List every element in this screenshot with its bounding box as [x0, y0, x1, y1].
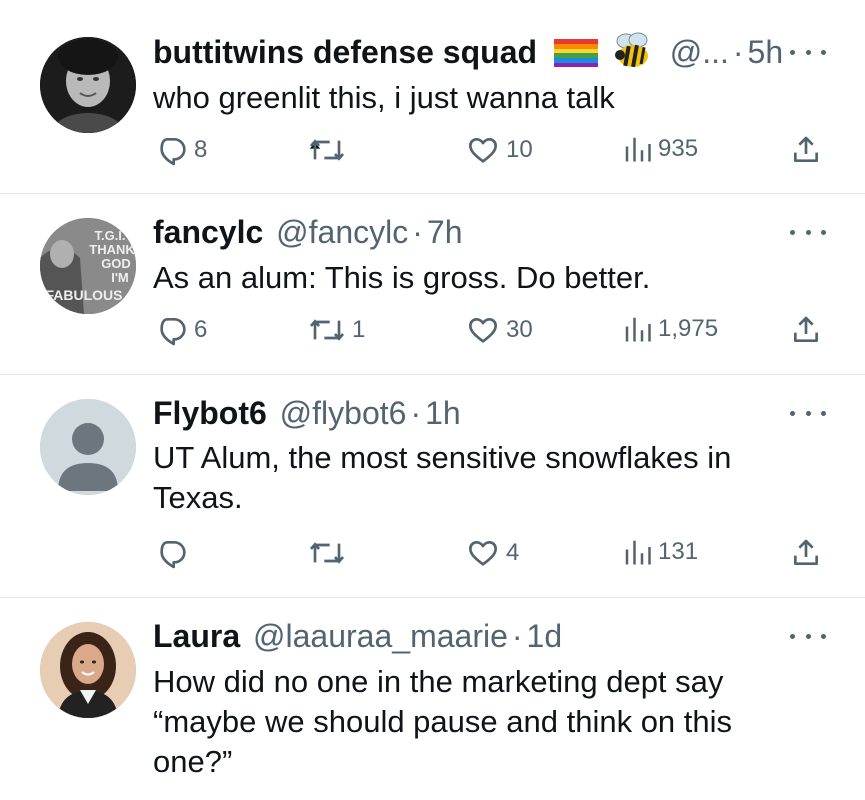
display-name[interactable]: Flybot6 [153, 395, 267, 431]
share-icon [794, 136, 818, 162]
more-options-icon[interactable] [790, 42, 826, 62]
avatar-photo: T.G.I. THANK GOD I'M FABULOUS [40, 218, 136, 314]
avatar-text: THANK [89, 242, 135, 257]
retweet-icon [309, 139, 345, 161]
reply-count: 8 [194, 136, 208, 163]
display-name[interactable]: fancylc [153, 214, 263, 250]
heart-icon [469, 541, 497, 566]
like-count: 10 [506, 136, 533, 163]
heart-icon [469, 138, 497, 163]
tweet[interactable]: buttitwins defense squad @... · 5h who gre… [0, 0, 865, 193]
timestamp[interactable]: 1d [527, 618, 563, 654]
reply-count: 6 [194, 316, 208, 343]
retweet-button[interactable] [308, 537, 352, 569]
views-button[interactable]: 1,975 [622, 314, 718, 344]
avatar[interactable]: T.G.I. THANK GOD I'M FABULOUS [40, 218, 136, 314]
views-button[interactable]: 935 [622, 134, 698, 164]
tweet-text: As an alum: This is gross. Do better. [153, 260, 651, 295]
share-button[interactable] [790, 537, 822, 569]
separator-dot: · [410, 395, 422, 431]
tweet[interactable]: Flybot6 @flybot6 · 1h UT Alum, the most se… [0, 375, 865, 597]
share-icon [794, 539, 818, 565]
tweet-text: How did no one in the marketing dept say… [153, 664, 733, 779]
reply-icon [160, 541, 186, 569]
tweet-header: buttitwins defense squad @... · 5h [153, 31, 783, 72]
handle[interactable]: @... [670, 34, 729, 70]
view-count: 131 [658, 538, 699, 565]
avatar[interactable] [40, 37, 136, 133]
view-count: 1,975 [658, 315, 719, 342]
more-options-icon[interactable] [790, 403, 826, 423]
timestamp[interactable]: 7h [427, 214, 463, 250]
display-name[interactable]: Laura [153, 618, 240, 654]
like-count: 30 [506, 316, 533, 343]
separator-dot: · [732, 34, 744, 70]
like-button[interactable]: 30 [466, 314, 533, 346]
tweet[interactable]: Laura @laauraa_maarie · 1d How did no one … [0, 598, 865, 800]
views-icon [625, 540, 651, 565]
handle[interactable]: @laauraa_maarie [253, 618, 508, 654]
retweet-icon [309, 319, 345, 341]
avatar-text: I'M [111, 270, 129, 285]
reply-button[interactable]: 6 [154, 314, 207, 346]
separator-dot: · [511, 618, 523, 654]
reply-button[interactable]: 8 [154, 134, 207, 166]
retweet-button[interactable] [308, 134, 352, 166]
default-avatar-icon [40, 399, 136, 495]
reply-icon [160, 138, 186, 166]
share-button[interactable] [790, 314, 822, 346]
avatar-text: T.G.I. [94, 228, 125, 243]
avatar-photo [40, 37, 136, 133]
tweet[interactable]: T.G.I. THANK GOD I'M FABULOUS fancylc @f… [0, 194, 865, 374]
views-icon [625, 317, 651, 342]
reply-button[interactable] [154, 537, 194, 569]
retweet-button[interactable]: 1 [308, 314, 365, 346]
like-button[interactable]: 10 [466, 134, 533, 166]
tweet-header: Flybot6 @flybot6 · 1h [153, 393, 461, 433]
tweet-header: Laura @laauraa_maarie · 1d [153, 616, 562, 656]
avatar-photo [40, 622, 136, 718]
separator-dot: · [412, 214, 423, 250]
view-count: 935 [658, 135, 699, 162]
avatar[interactable] [40, 399, 136, 495]
views-button[interactable]: 131 [622, 537, 698, 567]
avatar-text: FABULOUS [46, 287, 123, 303]
like-button[interactable]: 4 [466, 537, 519, 569]
reply-icon [160, 318, 186, 346]
heart-icon [469, 318, 497, 343]
display-name[interactable]: buttitwins defense squad [153, 34, 537, 70]
views-icon [625, 137, 651, 162]
retweet-icon [309, 542, 345, 564]
retweet-count: 1 [352, 316, 366, 343]
share-icon [794, 316, 818, 342]
tweet-text: UT Alum, the most sensitive snowflakes i… [153, 440, 732, 515]
more-options-icon[interactable] [790, 626, 826, 646]
timestamp[interactable]: 1h [425, 395, 461, 431]
timestamp[interactable]: 5h [748, 34, 784, 70]
tweet-header: fancylc @fancylc · 7h [153, 212, 463, 252]
share-button[interactable] [790, 134, 822, 166]
avatar[interactable] [40, 622, 136, 718]
more-options-icon[interactable] [790, 222, 826, 242]
like-count: 4 [506, 539, 520, 566]
rainbow-flag-icon [553, 39, 598, 67]
handle[interactable]: @fancylc [276, 214, 408, 250]
bee-icon [614, 32, 648, 68]
tweet-text: who greenlit this, i just wanna talk [153, 80, 615, 115]
avatar-text: GOD [101, 256, 131, 271]
handle[interactable]: @flybot6 [280, 395, 407, 431]
